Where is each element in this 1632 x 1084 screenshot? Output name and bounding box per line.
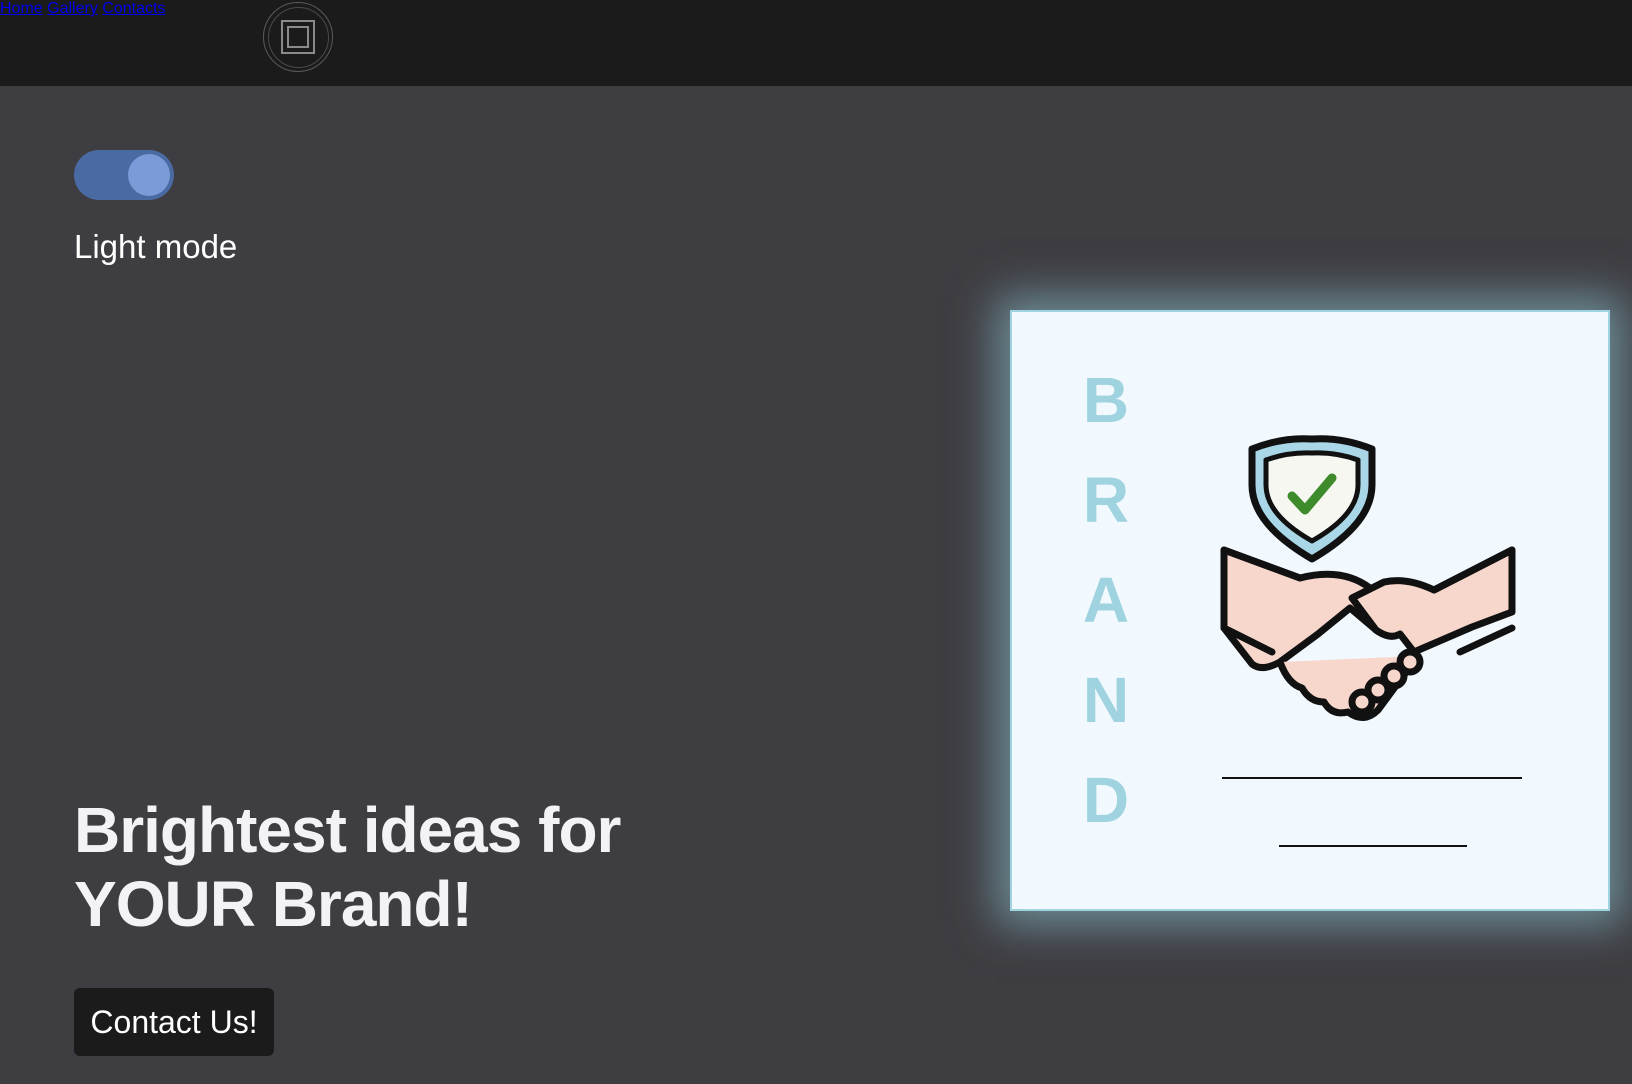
brand-letter-d: D <box>1083 764 1129 836</box>
brand-letter-a: A <box>1083 564 1129 636</box>
headline-line-1: Brightest ideas for <box>74 794 621 866</box>
nav-link-gallery[interactable]: Gallery <box>47 0 98 17</box>
logo-icon[interactable] <box>263 2 333 72</box>
brand-letter-n: N <box>1083 664 1129 736</box>
brand-letter-b: B <box>1083 364 1129 436</box>
toggle-label: Light mode <box>74 228 238 265</box>
top-navbar: Home Gallery Contacts <box>0 0 1632 86</box>
headline-line-2: YOUR Brand! <box>74 868 473 940</box>
brand-letter-r: R <box>1083 464 1129 536</box>
light-mode-toggle[interactable] <box>74 150 174 200</box>
nav-link-contacts[interactable]: Contacts <box>102 0 165 17</box>
nav-link-home[interactable]: Home <box>0 0 43 17</box>
handshake-icon <box>1220 546 1516 721</box>
hero-headline: Brightest ideas for YOUR Brand! <box>74 793 754 941</box>
contact-us-button[interactable]: Contact Us! <box>74 988 274 1056</box>
toggle-knob <box>128 154 170 196</box>
brand-illustration-card: B R A N D <box>1010 310 1610 911</box>
brand-illustration: B R A N D <box>1083 364 1522 847</box>
shield-check-icon <box>1248 435 1376 563</box>
logo-square-inner <box>287 26 309 48</box>
